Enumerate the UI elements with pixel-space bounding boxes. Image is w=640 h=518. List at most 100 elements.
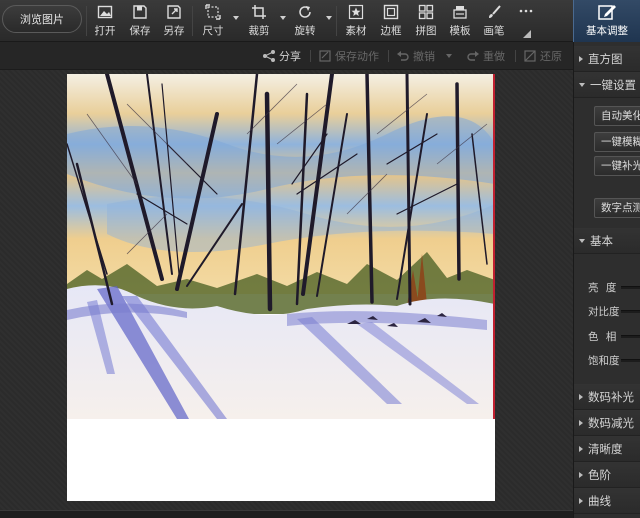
- section-curves[interactable]: 曲线: [574, 488, 640, 514]
- open-label: 打开: [94, 25, 116, 37]
- grid-icon: [418, 4, 434, 20]
- size-label: 尺寸: [202, 25, 224, 37]
- resize-icon: [205, 4, 221, 20]
- levels-label: 色阶: [588, 467, 611, 482]
- brightness-slider[interactable]: 亮 度: [574, 279, 640, 295]
- collapse-arrow-icon: [579, 238, 585, 243]
- brush-icon: [489, 5, 501, 18]
- browse-images-button[interactable]: 浏览图片: [2, 5, 82, 33]
- material-label: 素材: [345, 25, 367, 37]
- tab-basic-adjust[interactable]: 基本调整: [573, 0, 640, 42]
- open-button[interactable]: 打开: [91, 4, 119, 38]
- save-as-icon: [167, 5, 181, 19]
- winter-forest-painting: [67, 74, 495, 501]
- digital-exposure-button[interactable]: 数字点测光: [594, 198, 640, 218]
- template-icon: [453, 6, 467, 19]
- save-action-label: 保存动作: [335, 50, 379, 63]
- share-label: 分享: [279, 50, 301, 63]
- collage-label: 拼图: [415, 25, 437, 37]
- action-divider: [515, 50, 516, 62]
- brightness-label: 亮 度: [588, 281, 619, 294]
- redo-button[interactable]: 重做: [466, 48, 505, 64]
- adjust-panel: 直方图 一键设置 自动美化 一键模糊 一键补光 数字点测光 基本 亮 度 对比度…: [573, 42, 640, 518]
- saturation-slider[interactable]: 饱和度: [574, 352, 640, 368]
- collage-button[interactable]: 拼图: [412, 4, 440, 38]
- more-dots-icon: [519, 9, 533, 13]
- save-action-button[interactable]: 保存动作: [318, 48, 379, 64]
- undo-button[interactable]: 撤销: [396, 48, 435, 64]
- section-reduce-light[interactable]: 数码减光: [574, 410, 640, 436]
- hue-track[interactable]: [621, 334, 640, 338]
- template-label: 模板: [449, 25, 471, 37]
- redo-icon: [467, 51, 479, 61]
- section-levels[interactable]: 色阶: [574, 462, 640, 488]
- hue-slider[interactable]: 色 相: [574, 328, 640, 344]
- curves-label: 曲线: [588, 493, 611, 508]
- one-click-fill-button[interactable]: 一键补光: [594, 156, 640, 176]
- toolbar-divider: [86, 6, 87, 36]
- save-as-button[interactable]: 另存: [160, 4, 188, 38]
- border-icon: [383, 4, 399, 20]
- expand-corner-icon: [523, 30, 531, 38]
- saturation-track[interactable]: [621, 358, 640, 362]
- save-icon: [133, 5, 147, 19]
- template-button[interactable]: 模板: [446, 4, 474, 38]
- material-button[interactable]: 素材: [342, 4, 370, 38]
- contrast-slider[interactable]: 对比度: [574, 303, 640, 319]
- share-icon: [263, 50, 275, 62]
- crop-icon: [252, 5, 266, 19]
- undo-icon: [397, 51, 409, 61]
- auto-beautify-button[interactable]: 自动美化: [594, 106, 640, 126]
- restore-button[interactable]: 还原: [523, 48, 562, 64]
- section-sharpness[interactable]: 清晰度: [574, 436, 640, 462]
- save-as-label: 另存: [163, 25, 185, 37]
- rotate-button[interactable]: 旋转: [291, 4, 319, 38]
- brush-button[interactable]: 画笔: [480, 4, 508, 38]
- size-dropdown-icon[interactable]: [233, 16, 239, 20]
- save-label: 保存: [129, 25, 151, 37]
- size-button[interactable]: 尺寸: [199, 4, 227, 38]
- collapse-arrow-icon: [579, 82, 585, 87]
- watercolor-photo: [67, 74, 495, 501]
- expand-arrow-icon: [579, 497, 583, 504]
- rotate-dropdown-icon[interactable]: [326, 16, 332, 20]
- more-tools-button[interactable]: [512, 4, 540, 38]
- tab-basic-adjust-label: 基本调整: [586, 25, 628, 37]
- undo-label: 撤销: [413, 50, 435, 63]
- section-basic[interactable]: 基本: [574, 228, 640, 254]
- crop-dropdown-icon[interactable]: [280, 16, 286, 20]
- restore-icon: [524, 50, 536, 62]
- one-click-blur-button[interactable]: 一键模糊: [594, 132, 640, 152]
- crop-label: 裁剪: [248, 25, 270, 37]
- basic-label: 基本: [590, 233, 613, 248]
- expand-arrow-icon: [579, 419, 583, 426]
- expand-arrow-icon: [579, 55, 583, 62]
- expand-arrow-icon: [579, 471, 583, 478]
- contrast-track[interactable]: [621, 309, 640, 313]
- brush-label: 画笔: [483, 25, 505, 37]
- share-button[interactable]: 分享: [262, 48, 301, 64]
- toolbar-divider: [192, 6, 193, 36]
- brightness-track[interactable]: [621, 285, 640, 289]
- toolbar-divider: [336, 6, 337, 36]
- contrast-label: 对比度: [588, 305, 620, 318]
- expand-arrow-icon: [579, 445, 583, 452]
- section-histogram[interactable]: 直方图: [574, 46, 640, 72]
- section-one-click[interactable]: 一键设置: [574, 72, 640, 98]
- action-bar: 分享 保存动作 撤销 重做 还原: [0, 42, 573, 70]
- border-button[interactable]: 边框: [377, 4, 405, 38]
- section-fill-light[interactable]: 数码补光: [574, 384, 640, 410]
- redo-label: 重做: [483, 50, 505, 63]
- expand-arrow-icon: [579, 393, 583, 400]
- rotate-icon: [299, 6, 311, 18]
- sharpness-label: 清晰度: [588, 441, 623, 456]
- undo-dropdown-icon[interactable]: [446, 54, 452, 58]
- hue-label: 色 相: [588, 330, 619, 343]
- crop-button[interactable]: 裁剪: [245, 4, 273, 38]
- edit-icon: [598, 5, 616, 20]
- fill-light-label: 数码补光: [588, 389, 634, 404]
- saturation-label: 饱和度: [588, 354, 620, 367]
- action-divider: [388, 50, 389, 62]
- save-button[interactable]: 保存: [126, 4, 154, 38]
- image-canvas[interactable]: [0, 70, 573, 518]
